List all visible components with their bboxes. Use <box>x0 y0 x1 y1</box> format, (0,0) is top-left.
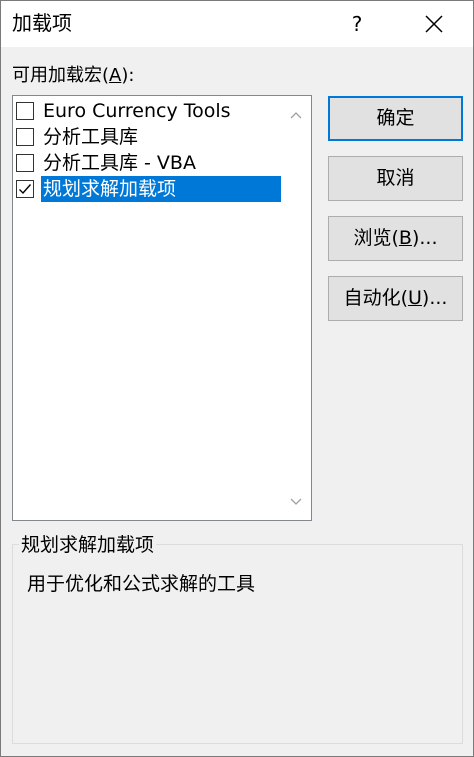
dialog-title: 加载项 <box>12 11 72 35</box>
addin-item-solver[interactable]: 规划求解加载项 <box>13 176 281 202</box>
cancel-button[interactable]: 取消 <box>328 156 463 201</box>
scroll-up-button[interactable] <box>281 101 311 131</box>
browse-button[interactable]: 浏览(B)... <box>328 216 463 261</box>
addin-label: 规划求解加载项 <box>41 176 281 202</box>
automation-button-accel: U <box>407 287 422 309</box>
addins-list: Euro Currency Tools 分析工具库 分析工具库 - VBA 规划… <box>13 98 281 202</box>
addin-details-title: 规划求解加载项 <box>19 532 157 558</box>
checkbox[interactable] <box>16 154 34 172</box>
available-addins-label-accel: A <box>109 65 122 86</box>
scroll-down-button[interactable] <box>281 488 311 518</box>
chevron-up-icon <box>290 112 302 119</box>
automation-button-text: 自动化( <box>343 287 408 309</box>
addins-listbox[interactable]: Euro Currency Tools 分析工具库 分析工具库 - VBA 规划… <box>12 95 312 521</box>
ok-button[interactable]: 确定 <box>328 96 463 141</box>
close-icon <box>425 15 443 33</box>
title-bar: 加载项 ? <box>1 1 473 47</box>
available-addins-label-text: 可用加载宏( <box>12 65 110 86</box>
checkbox[interactable] <box>16 102 34 120</box>
addin-item-analysis-toolpak[interactable]: 分析工具库 <box>13 124 281 150</box>
browse-button-text: 浏览( <box>353 227 399 249</box>
addin-item-analysis-toolpak-vba[interactable]: 分析工具库 - VBA <box>13 150 281 176</box>
help-button[interactable]: ? <box>335 4 379 44</box>
addin-label: 分析工具库 - VBA <box>43 152 196 174</box>
checkbox[interactable] <box>16 128 34 146</box>
close-button[interactable] <box>411 4 457 44</box>
addin-item-euro-currency-tools[interactable]: Euro Currency Tools <box>13 98 281 124</box>
addin-details-description: 用于优化和公式求解的工具 <box>27 573 256 595</box>
checkbox-checked[interactable] <box>16 180 34 198</box>
browse-button-accel: B <box>398 227 412 249</box>
automation-button-suffix: )... <box>421 287 448 309</box>
vertical-scrollbar[interactable] <box>281 96 311 520</box>
addin-label: 分析工具库 <box>43 126 139 148</box>
addins-dialog: 加载项 ? 可用加载宏(A): Euro Currency Tools 分析工具… <box>0 0 474 757</box>
addin-label: Euro Currency Tools <box>43 100 231 122</box>
available-addins-label-suffix: ): <box>121 65 135 86</box>
chevron-down-icon <box>290 498 302 505</box>
automation-button[interactable]: 自动化(U)... <box>328 276 463 321</box>
checkmark-icon <box>19 184 32 195</box>
browse-button-suffix: )... <box>411 227 438 249</box>
available-addins-label: 可用加载宏(A): <box>12 64 134 88</box>
